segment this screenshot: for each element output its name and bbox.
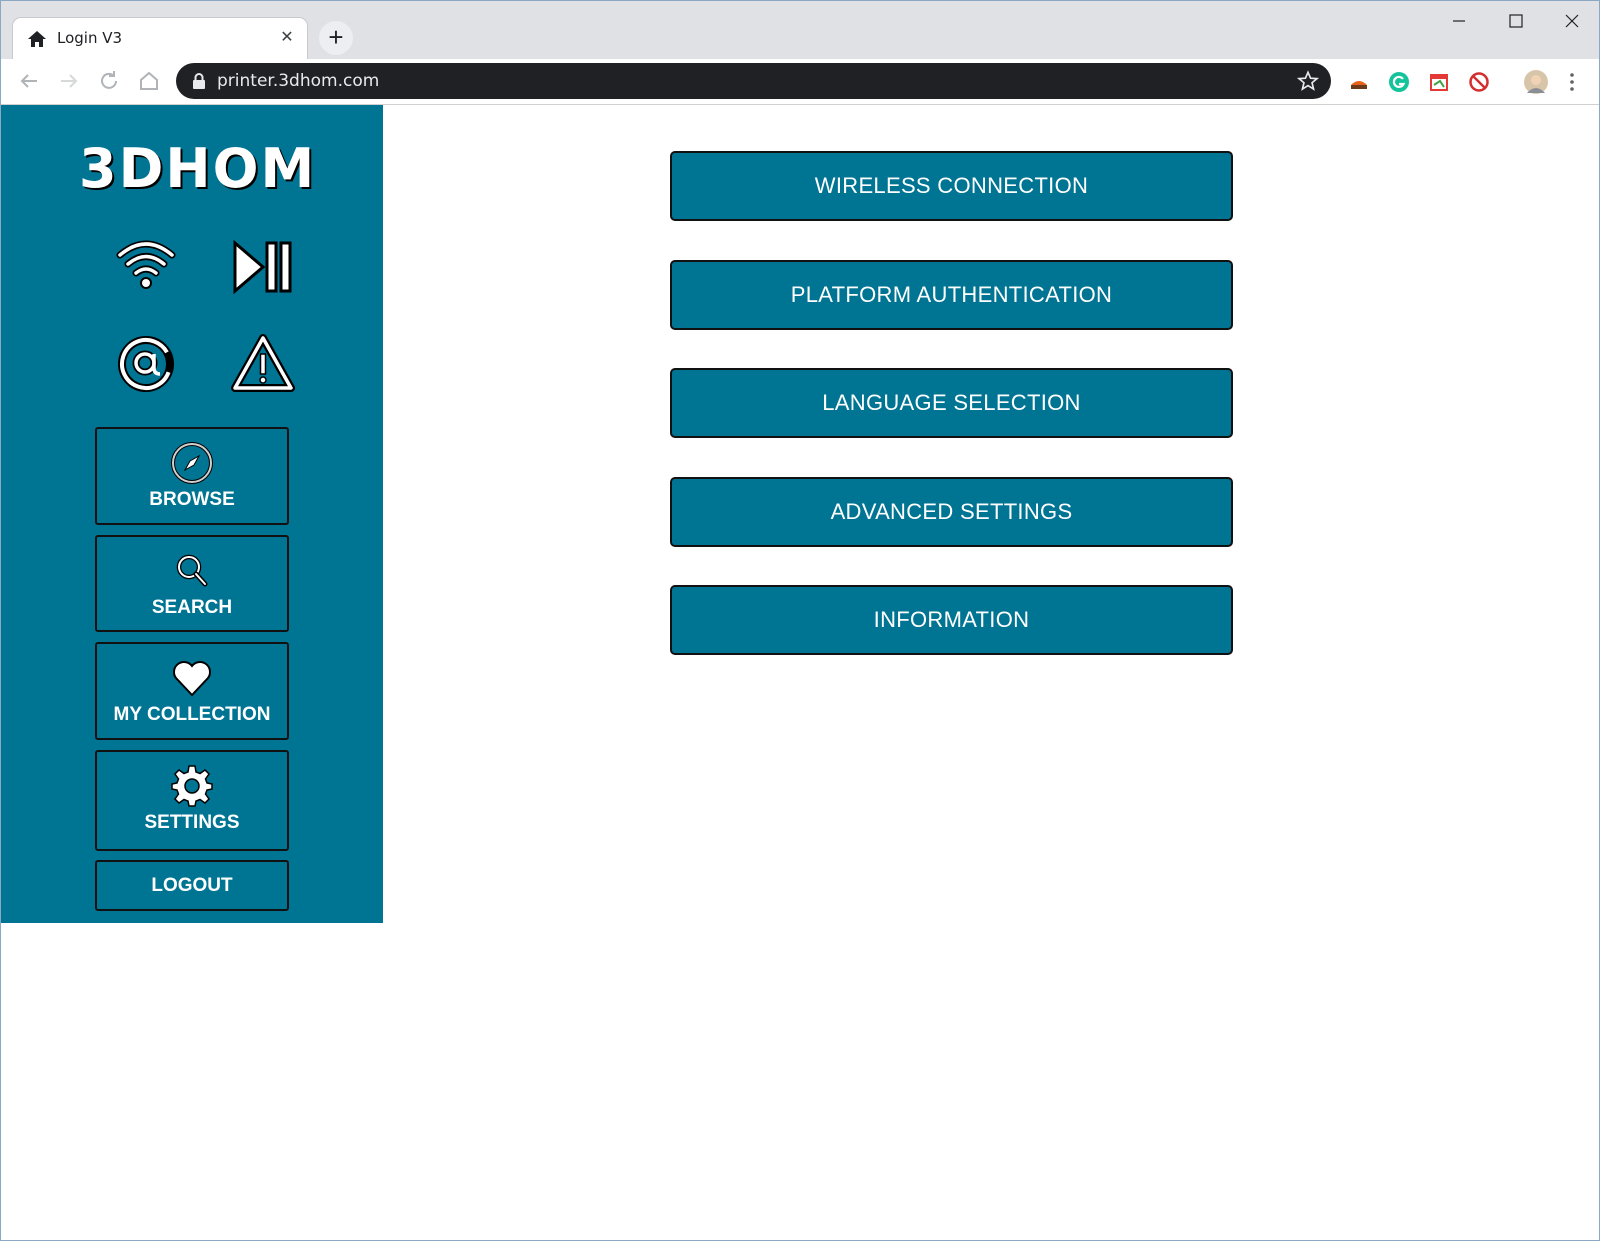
browser-tab[interactable]: Login V3 ✕ [12,17,308,59]
heart-icon [173,661,211,697]
tab-title: Login V3 [57,29,123,47]
sidebar: 3DHOM BROWSE SEARCH MY COLLECTION SETTIN… [1,105,383,923]
play-pause-icon[interactable] [231,235,295,299]
grammarly-icon[interactable] [1388,71,1410,93]
my-collection-button[interactable]: MY COLLECTION [95,642,289,740]
minimize-icon[interactable] [1439,7,1479,35]
extension-block-icon[interactable] [1468,71,1490,93]
back-icon[interactable] [17,69,41,93]
warning-icon[interactable] [231,332,295,396]
browser-window: Login V3 ✕ + printer.3dhom.com 3DHOM BRO… [0,0,1600,1241]
lock-icon [193,73,205,89]
search-icon [176,554,208,587]
extension-paint-icon[interactable] [1348,71,1370,93]
information-button[interactable]: INFORMATION [670,585,1233,655]
reload-icon[interactable] [97,69,121,93]
search-label: SEARCH [151,597,233,618]
profile-avatar-icon[interactable] [1523,69,1549,95]
compass-icon [171,442,213,484]
bookmark-star-icon[interactable] [1297,70,1319,92]
advanced-settings-button[interactable]: ADVANCED SETTINGS [670,477,1233,547]
browse-button[interactable]: BROWSE [95,427,289,525]
browser-menu-icon[interactable] [1567,71,1577,93]
close-window-icon[interactable] [1552,7,1592,35]
browser-toolbar: printer.3dhom.com [1,59,1599,105]
at-icon[interactable] [114,332,178,396]
address-bar[interactable]: printer.3dhom.com [176,63,1331,99]
gear-icon [171,765,213,807]
settings-button[interactable]: SETTINGS [95,750,289,851]
url-text: printer.3dhom.com [217,71,380,91]
extension-calendar-icon[interactable] [1428,71,1450,93]
brand-logo: 3DHOM [79,137,317,200]
browse-label: BROWSE [149,489,235,510]
settings-label: SETTINGS [144,812,240,833]
logout-button[interactable]: LOGOUT [95,860,289,911]
tab-bar: Login V3 ✕ + [1,1,1599,59]
home-icon [28,31,46,47]
wifi-icon[interactable] [114,233,178,297]
wireless-connection-button[interactable]: WIRELESS CONNECTION [670,151,1233,221]
my-collection-label: MY COLLECTION [113,704,271,725]
new-tab-button[interactable]: + [319,21,353,55]
search-button[interactable]: SEARCH [95,535,289,632]
platform-authentication-button[interactable]: PLATFORM AUTHENTICATION [670,260,1233,330]
close-tab-icon[interactable]: ✕ [277,28,297,48]
home-button-icon[interactable] [137,69,161,93]
language-selection-button[interactable]: LANGUAGE SELECTION [670,368,1233,438]
forward-icon[interactable] [57,69,81,93]
maximize-icon[interactable] [1496,7,1536,35]
